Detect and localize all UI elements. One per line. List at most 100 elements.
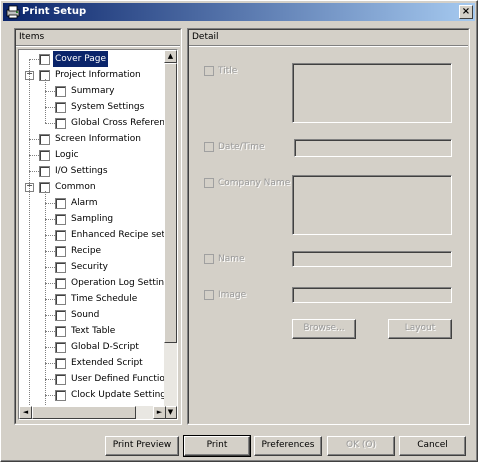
- tree-item[interactable]: Sound: [19, 307, 166, 323]
- window-title: Print Setup: [22, 6, 87, 17]
- tree-item[interactable]: Cover Page: [19, 50, 166, 68]
- image-checkbox[interactable]: [204, 290, 214, 300]
- image-path-field[interactable]: [292, 287, 452, 303]
- close-button[interactable]: ×: [459, 5, 473, 19]
- print-setup-dialog: Print Setup × Items Cover Page Project In…: [0, 0, 478, 462]
- tree-item-label: Global Cross Reference: [71, 118, 166, 128]
- datetime-field[interactable]: [294, 139, 452, 157]
- title-bar[interactable]: Print Setup ×: [3, 3, 475, 21]
- tree-item-label: Common: [55, 182, 96, 192]
- tree-item-checkbox[interactable]: [55, 214, 66, 225]
- tree-item[interactable]: Summary: [19, 83, 166, 99]
- tree-item-checkbox[interactable]: [55, 342, 66, 353]
- tree-item[interactable]: Clock Update Settings: [19, 387, 166, 403]
- company-label: Company Name: [218, 178, 291, 188]
- tree-item-label: I/O Settings: [55, 166, 108, 176]
- tree-item[interactable]: Text Table: [19, 323, 166, 339]
- tree-item-checkbox[interactable]: [55, 102, 66, 113]
- preferences-button[interactable]: Preferences: [254, 436, 322, 456]
- name-checkbox[interactable]: [204, 254, 214, 264]
- tree-item-checkbox[interactable]: [55, 326, 66, 337]
- layout-button[interactable]: Layout: [388, 319, 452, 339]
- title-checkbox[interactable]: [204, 66, 214, 76]
- tree-item[interactable]: User Defined Functions: [19, 371, 166, 387]
- tree-vertical-scrollbar[interactable]: ▲ ▼: [164, 50, 177, 419]
- tree-item[interactable]: System Settings: [19, 99, 166, 115]
- items-tree[interactable]: Cover Page Project Information Summary Syst…: [18, 49, 178, 420]
- image-label: Image: [218, 290, 247, 300]
- tree-item-checkbox[interactable]: [55, 278, 66, 289]
- tree-item-label: Text Table: [71, 326, 116, 336]
- tree-item-checkbox[interactable]: [39, 166, 50, 177]
- ok-button[interactable]: OK (O): [327, 436, 395, 456]
- tree-item-checkbox[interactable]: [55, 86, 66, 97]
- tree-item[interactable]: Sampling: [19, 211, 166, 227]
- tree-item-checkbox[interactable]: [55, 118, 66, 129]
- tree-item[interactable]: Screen Information: [19, 131, 166, 147]
- tree-item[interactable]: I/O Settings: [19, 163, 166, 179]
- tree-item-checkbox[interactable]: [39, 54, 50, 65]
- tree-item-label: User Defined Functions: [71, 374, 166, 384]
- scroll-right-button[interactable]: ►: [153, 406, 166, 419]
- tree-item[interactable]: Security: [19, 259, 166, 275]
- tree-item-checkbox[interactable]: [55, 310, 66, 321]
- tree-item[interactable]: Operation Log Settings: [19, 275, 166, 291]
- print-preview-button[interactable]: Print Preview: [105, 436, 179, 456]
- tree-item-checkbox[interactable]: [55, 374, 66, 385]
- tree-item[interactable]: Common: [19, 179, 166, 195]
- tree-item-label: Security: [71, 262, 108, 272]
- scroll-thumb-vertical[interactable]: [164, 63, 177, 343]
- title-textarea[interactable]: [292, 63, 452, 123]
- company-checkbox[interactable]: [204, 178, 214, 188]
- tree-item-label: Logic: [55, 150, 79, 160]
- tree-horizontal-scrollbar[interactable]: ◄ ►: [19, 406, 166, 419]
- scroll-up-button[interactable]: ▲: [164, 50, 177, 63]
- tree-item-label: Sampling: [71, 214, 114, 224]
- app-icon: [6, 5, 20, 19]
- tree-item[interactable]: Alarm: [19, 195, 166, 211]
- detail-panel: Detail Title Date/Time Company Name Name…: [187, 28, 470, 425]
- company-textarea[interactable]: [292, 175, 452, 235]
- tree-item-label: Summary: [71, 86, 115, 96]
- tree-item-label: Enhanced Recipe settings: [71, 230, 166, 240]
- tree-item[interactable]: Global Cross Reference: [19, 115, 166, 131]
- tree-item[interactable]: Enhanced Recipe settings: [19, 227, 166, 243]
- tree-item-checkbox[interactable]: [55, 246, 66, 257]
- detail-panel-header: Detail: [189, 30, 468, 46]
- title-label: Title: [218, 66, 238, 76]
- scroll-left-button[interactable]: ◄: [19, 406, 32, 419]
- tree-item-label: Cover Page: [51, 50, 110, 68]
- tree-item-checkbox[interactable]: [55, 262, 66, 273]
- tree-item[interactable]: Extended Script: [19, 355, 166, 371]
- tree-item[interactable]: Logic: [19, 147, 166, 163]
- tree-item-label: Global D-Script: [71, 342, 139, 352]
- tree-item-label: Recipe: [71, 246, 102, 256]
- tree-item-label: Alarm: [71, 198, 98, 208]
- tree-item-checkbox[interactable]: [39, 134, 50, 145]
- tree-item-label: Clock Update Settings: [71, 390, 166, 400]
- tree-item-label: Operation Log Settings: [71, 278, 166, 288]
- tree-item-label: Project Information: [55, 70, 141, 80]
- tree-item-label: Sound: [71, 310, 100, 320]
- tree-item-checkbox[interactable]: [55, 230, 66, 241]
- items-panel: Items Cover Page Project Information Summa…: [14, 28, 182, 425]
- datetime-label: Date/Time: [218, 142, 265, 152]
- tree-item[interactable]: Recipe: [19, 243, 166, 259]
- tree-item[interactable]: Project Information: [19, 67, 166, 83]
- tree-item-checkbox[interactable]: [55, 198, 66, 209]
- browse-button[interactable]: Browse...: [292, 319, 356, 339]
- tree-item[interactable]: Time Schedule: [19, 291, 166, 307]
- tree-item-checkbox[interactable]: [55, 294, 66, 305]
- name-label: Name: [218, 254, 245, 264]
- datetime-checkbox[interactable]: [204, 142, 214, 152]
- tree-item-checkbox[interactable]: [55, 358, 66, 369]
- cancel-button[interactable]: Cancel: [399, 436, 466, 456]
- tree-item-label: Screen Information: [55, 134, 141, 144]
- tree-item[interactable]: Global D-Script: [19, 339, 166, 355]
- name-field[interactable]: [292, 251, 452, 267]
- tree-item-checkbox[interactable]: [39, 150, 50, 161]
- scroll-thumb-horizontal[interactable]: [32, 406, 136, 419]
- tree-item-checkbox[interactable]: [55, 390, 66, 401]
- print-button[interactable]: Print: [183, 435, 251, 457]
- items-panel-header: Items: [16, 30, 180, 46]
